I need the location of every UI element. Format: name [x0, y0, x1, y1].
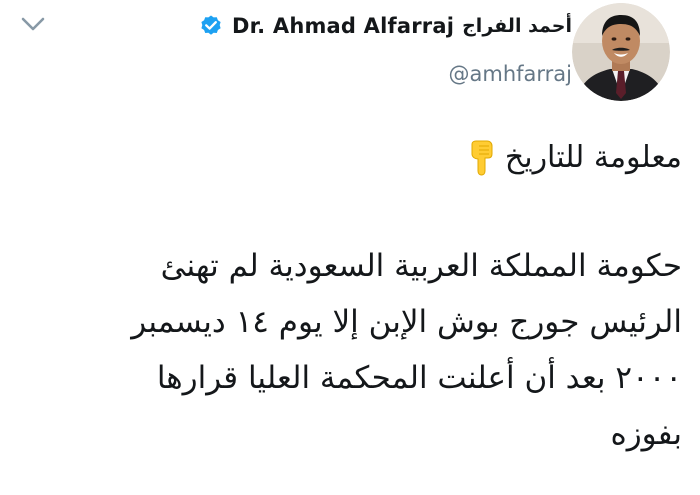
- tweet-line: حكومة المملكة العربية السعودية لم تهنئ: [160, 248, 682, 284]
- tweet-text: معلومة للتاريخ حكومة المملكة العربية الس…: [22, 130, 682, 462]
- display-name[interactable]: Dr. Ahmad Alfarraj: [232, 14, 454, 38]
- tweet-author-line[interactable]: Dr. Ahmad Alfarraj أحمد الفراج: [199, 10, 572, 42]
- pointing-down-hand-icon: [471, 140, 493, 176]
- tweet-card: Dr. Ahmad Alfarraj أحمد الفراج @amhfarra…: [0, 0, 700, 495]
- tweet-heading: معلومة للتاريخ: [504, 140, 682, 175]
- tweet-line: الرئيس جورج بوش الإبن إلا يوم ١٤ ديسمبر: [131, 304, 682, 340]
- tweet-line: بفوزه: [610, 416, 682, 452]
- tweet-heading-line: معلومة للتاريخ: [22, 130, 682, 186]
- avatar[interactable]: [572, 3, 670, 101]
- tweet-paragraph: حكومة المملكة العربية السعودية لم تهنئ ا…: [22, 238, 682, 462]
- user-handle[interactable]: @amhfarraj: [449, 62, 573, 86]
- display-name-arabic[interactable]: أحمد الفراج: [462, 15, 572, 37]
- tweet-line: ٢٠٠٠ بعد أن أعلنت المحكمة العليا قرارها: [156, 360, 682, 396]
- verified-badge-icon: [201, 15, 221, 35]
- chevron-down-icon[interactable]: [20, 14, 46, 34]
